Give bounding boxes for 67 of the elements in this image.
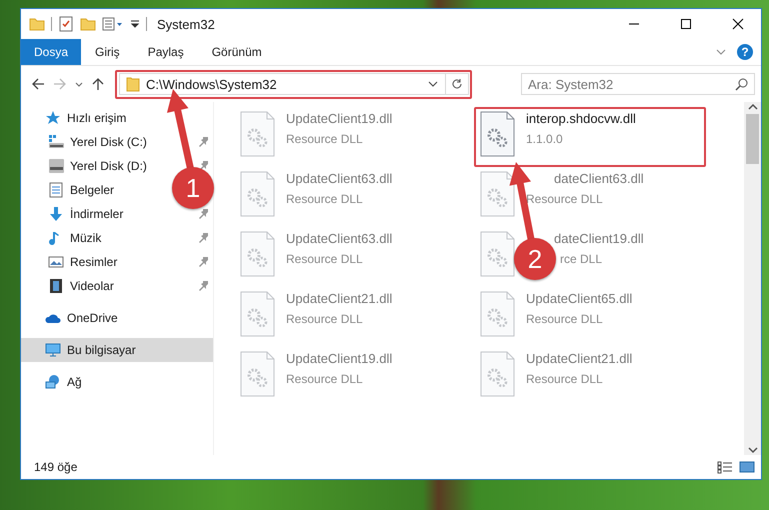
sidebar-item[interactable]: Müzik — [48, 226, 102, 250]
sidebar-item[interactable]: Yerel Disk (C:) — [48, 130, 147, 154]
file-detail: 1.1.0.0 — [526, 132, 563, 146]
pc-icon — [45, 342, 61, 358]
file-name[interactable]: dateClient63.dll — [554, 171, 644, 186]
step-number-badge: 2 — [514, 238, 556, 280]
docs-icon — [48, 182, 64, 198]
file-detail: Resource DLL — [286, 252, 363, 266]
file-detail: Resource DLL — [526, 372, 603, 386]
help-button[interactable]: ? — [737, 44, 753, 60]
file-detail: Resource DLL — [526, 312, 603, 326]
file-detail: Resource DLL — [286, 312, 363, 326]
file-name[interactable]: UpdateClient19.dll — [286, 111, 392, 126]
file-detail: Resource DLL — [286, 372, 363, 386]
file-detail: Resource DLL — [286, 132, 363, 146]
sidebar-item[interactable]: Ağ — [45, 370, 82, 394]
file-detail: Resource DLL — [526, 192, 603, 206]
download-icon — [48, 206, 64, 222]
sidebar-item[interactable]: İndirmeler — [48, 202, 124, 226]
properties-icon[interactable] — [102, 16, 124, 32]
sidebar-item[interactable]: Resimler — [48, 250, 118, 274]
folder-icon — [29, 16, 45, 32]
file-detail: Resource DLL — [286, 192, 363, 206]
drive-icon — [48, 158, 64, 174]
ribbon-tab[interactable]: Giriş — [81, 39, 134, 65]
close-icon — [732, 18, 744, 30]
file-name[interactable]: UpdateClient63.dll — [286, 171, 392, 186]
sidebar-item[interactable]: Yerel Disk (D:) — [48, 154, 147, 178]
details-view-icon[interactable] — [717, 460, 733, 474]
folder-icon — [126, 76, 140, 92]
scroll-thumb[interactable] — [746, 114, 759, 164]
scroll-down-icon — [748, 445, 758, 455]
address-path: C:\Windows\System32 — [146, 76, 278, 92]
file-name[interactable]: UpdateClient21.dll — [526, 351, 632, 366]
back-arrow-icon[interactable] — [31, 77, 45, 91]
scrollbar[interactable] — [744, 102, 761, 455]
pictures-icon — [48, 254, 64, 270]
sidebar-item[interactable]: Hızlı erişim — [45, 106, 126, 130]
large-icons-view-icon[interactable] — [739, 460, 755, 474]
drive-win-icon — [48, 134, 64, 150]
scroll-up-icon — [748, 102, 758, 112]
file-name[interactable]: dateClient19.dll — [554, 231, 644, 246]
maximize-icon — [680, 18, 692, 30]
ribbon-tab[interactable]: Dosya — [21, 39, 82, 65]
search-icon — [735, 78, 748, 90]
up-arrow-icon[interactable] — [91, 77, 105, 91]
ribbon-tab[interactable]: Paylaş — [134, 39, 198, 65]
file-name[interactable]: UpdateClient19.dll — [286, 351, 392, 366]
file-name[interactable]: UpdateClient21.dll — [286, 291, 392, 306]
refresh-icon — [451, 78, 463, 90]
sidebar-item[interactable]: Bu bilgisayar — [45, 338, 136, 362]
step-number-badge: 1 — [172, 167, 214, 209]
search-field[interactable]: Ara: System32 — [521, 73, 755, 95]
star-icon — [45, 110, 61, 126]
item-count: 149 öğe — [34, 460, 78, 474]
file-name[interactable]: UpdateClient63.dll — [286, 231, 392, 246]
file-detail: rce DLL — [560, 252, 602, 266]
window-title: System32 — [157, 16, 216, 32]
video-icon — [48, 278, 64, 294]
file-name[interactable]: UpdateClient65.dll — [526, 291, 632, 306]
sidebar-item[interactable]: Belgeler — [48, 178, 114, 202]
ribbon-tab[interactable]: Görünüm — [198, 39, 276, 65]
checklist-icon[interactable] — [58, 16, 74, 32]
sidebar-item[interactable]: Videolar — [48, 274, 114, 298]
sidebar-item[interactable]: OneDrive — [45, 306, 118, 330]
network-icon — [45, 374, 61, 390]
file-name[interactable]: interop.shdocvw.dll — [526, 111, 636, 126]
